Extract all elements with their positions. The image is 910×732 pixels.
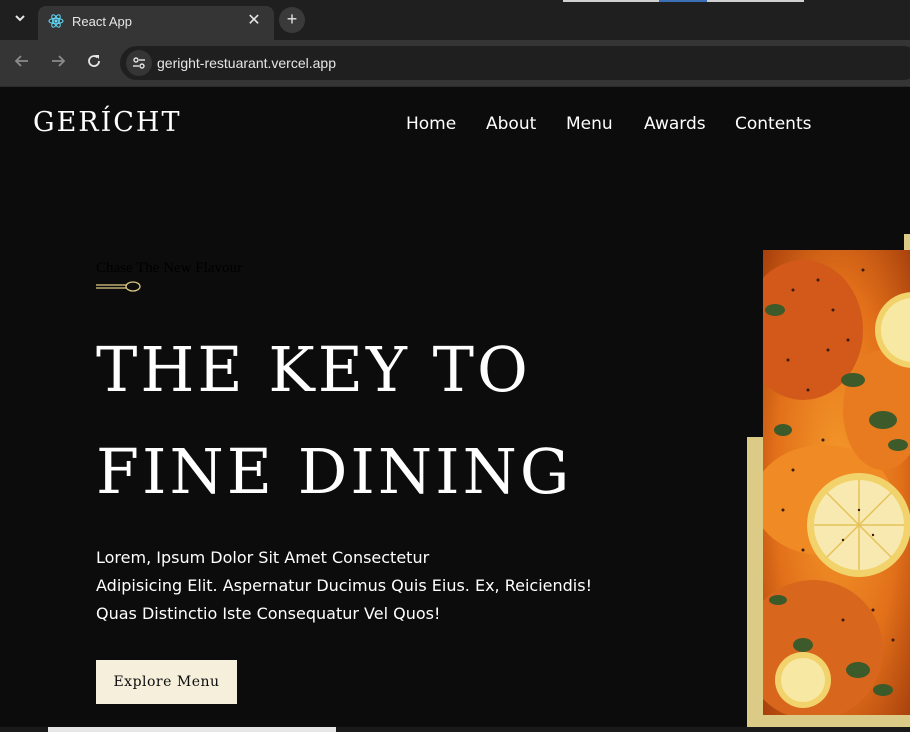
back-button[interactable]	[11, 52, 33, 74]
browser-tab[interactable]: React App ✕	[38, 6, 274, 40]
headline-line-2: FINE DINING	[96, 435, 573, 508]
arrow-right-icon	[52, 55, 66, 67]
description-line: Adipisicing Elit. Aspernatur Ducimus Qui…	[96, 576, 592, 595]
tab-strip-indicator	[563, 0, 659, 2]
nav-link-contents[interactable]: Contents	[735, 114, 811, 134]
close-icon[interactable]: ✕	[246, 13, 262, 29]
description-line: Quas Distinctio Iste Consequatur Vel Quo…	[96, 604, 441, 623]
tab-strip-indicator	[707, 0, 804, 2]
hero-subtitle: Chase The New Flavour	[96, 260, 242, 276]
nav-link-menu[interactable]: Menu	[566, 114, 613, 134]
nav-link-about[interactable]: About	[486, 114, 536, 134]
browser-tab-bar: React App ✕ +	[0, 0, 910, 40]
address-bar[interactable]: geright-restuarant.vercel.app	[120, 46, 910, 80]
plus-icon: +	[286, 9, 298, 29]
description-line: Lorem, Ipsum Dolor Sit Amet Consectetur	[96, 548, 430, 567]
explore-menu-button[interactable]: Explore Menu	[96, 660, 237, 704]
arrow-left-icon	[14, 55, 28, 67]
nav-link-home[interactable]: Home	[406, 114, 456, 134]
url-text[interactable]: geright-restuarant.vercel.app	[157, 55, 336, 71]
nav-link-awards[interactable]: Awards	[644, 114, 706, 134]
site-info-button[interactable]	[126, 50, 152, 76]
reload-icon	[88, 55, 100, 67]
website-page: GERÍCHT Home About Menu Awards Contents …	[0, 87, 910, 732]
horizontal-scrollbar[interactable]	[0, 727, 910, 732]
hero-description: Lorem, Ipsum Dolor Sit Amet Consectetur …	[96, 544, 616, 628]
scrollbar-thumb[interactable]	[48, 727, 336, 732]
spoon-icon	[96, 281, 141, 292]
reload-button[interactable]	[83, 52, 105, 74]
headline-line-1: THE KEY TO	[96, 333, 531, 406]
hero-headline: THE KEY TO FINE DINING	[96, 319, 572, 523]
browser-toolbar: geright-restuarant.vercel.app	[0, 40, 910, 87]
food-image	[763, 250, 910, 715]
site-logo[interactable]: GERÍCHT	[33, 107, 182, 138]
chevron-down-icon	[15, 15, 25, 22]
new-tab-button[interactable]: +	[279, 7, 305, 33]
site-settings-icon	[133, 57, 145, 69]
tab-strip-indicator	[659, 0, 707, 2]
tab-title: React App	[72, 14, 132, 29]
forward-button[interactable]	[47, 52, 69, 74]
tab-search-button[interactable]	[10, 10, 30, 30]
react-icon	[48, 14, 64, 28]
hero-food-image	[763, 250, 910, 715]
